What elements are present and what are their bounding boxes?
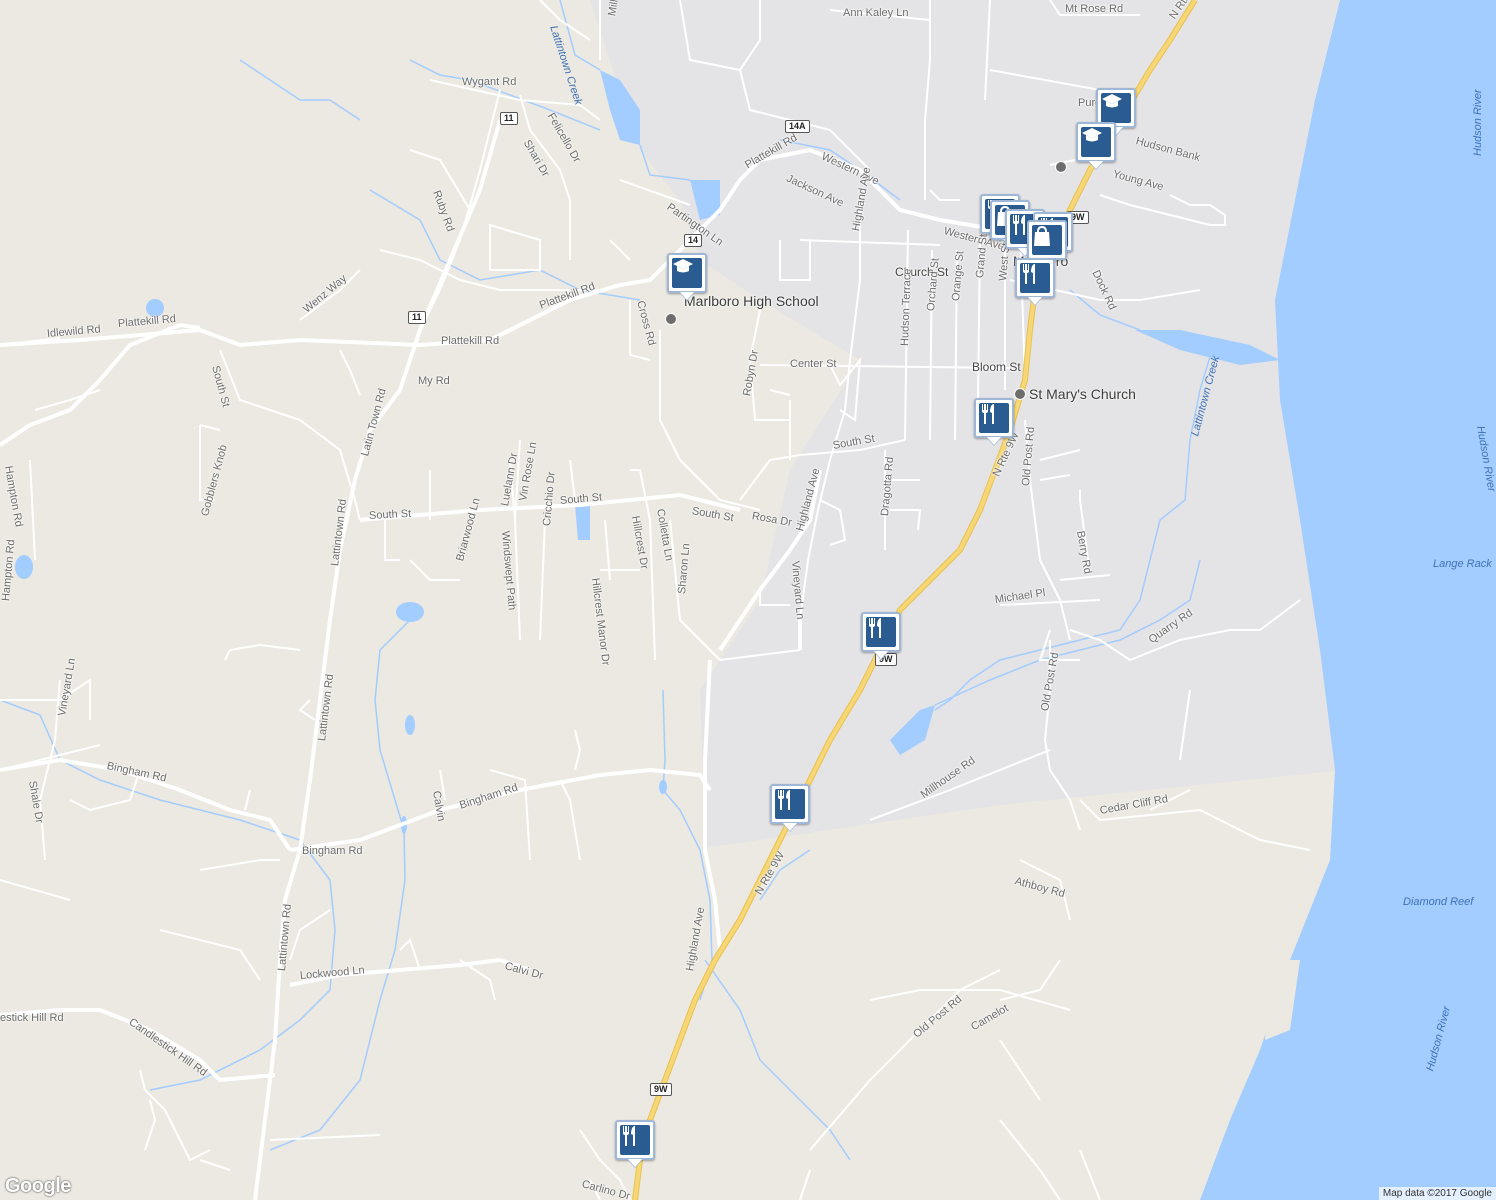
water-label: Hudson River <box>1472 89 1484 156</box>
water-label: Diamond Reef <box>1403 896 1474 908</box>
road-label: Bingham Rd <box>302 845 363 857</box>
school-marker[interactable] <box>667 253 707 293</box>
shop-marker[interactable] <box>1027 220 1067 260</box>
graduation-cap-icon <box>673 259 693 273</box>
road-label: Bloom St <box>972 360 1021 374</box>
urban-area <box>590 0 1345 848</box>
school-marker[interactable] <box>1076 122 1116 162</box>
school-poi-icon[interactable] <box>665 313 677 325</box>
route-shield: 14 <box>684 234 703 247</box>
map-base-layer <box>0 0 1496 1200</box>
utensils-icon <box>869 618 881 638</box>
road-label: Wygant Rd <box>462 76 517 88</box>
road-label: Center St <box>790 358 837 370</box>
road-label: Plattekill Rd <box>441 335 500 347</box>
road-label: Mt Rose Rd <box>1065 3 1124 15</box>
utensils-icon <box>1023 264 1035 284</box>
road-label: estick Hill Rd <box>0 1012 64 1024</box>
google-logo[interactable]: Google <box>5 1175 71 1198</box>
restaurant-marker[interactable] <box>615 1120 655 1160</box>
route-shield: 9W <box>650 1083 672 1096</box>
graduation-cap-icon <box>1082 128 1102 142</box>
road-label: South St <box>368 507 412 522</box>
poi-icon[interactable] <box>1055 161 1067 173</box>
utensils-icon <box>623 1126 635 1146</box>
church-label[interactable]: St Mary's Church <box>1029 386 1136 402</box>
restaurant-marker[interactable] <box>770 784 810 824</box>
road-label: My Rd <box>418 375 450 387</box>
water-label: Lange Rack <box>1433 558 1492 570</box>
restaurant-marker[interactable] <box>1015 258 1055 298</box>
restaurant-marker[interactable] <box>974 398 1014 438</box>
shopping-bag-icon <box>1034 225 1050 246</box>
map-attribution[interactable]: Map data ©2017 Google <box>1378 1187 1496 1200</box>
graduation-cap-icon <box>1102 94 1122 108</box>
school-label[interactable]: Marlboro High School <box>684 293 819 309</box>
utensils-icon <box>982 404 994 424</box>
church-poi-icon[interactable] <box>1014 388 1026 400</box>
utensils-icon <box>778 790 790 810</box>
route-shield: 11 <box>500 112 518 125</box>
route-shield: 14A <box>785 120 810 133</box>
road-label: Ann Kaley Ln <box>843 7 909 19</box>
map-canvas[interactable]: Mill Pond Rd Ann Kaley Ln Mt Rose Rd N R… <box>0 0 1496 1200</box>
restaurant-marker[interactable] <box>861 612 901 652</box>
route-shield: 11 <box>408 311 426 324</box>
